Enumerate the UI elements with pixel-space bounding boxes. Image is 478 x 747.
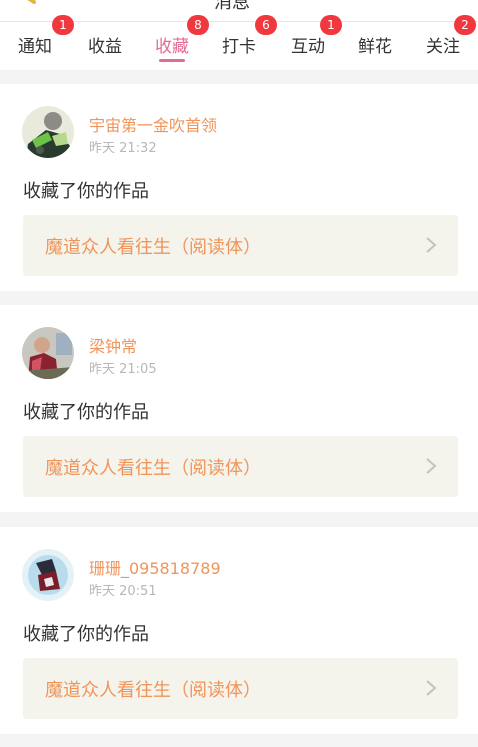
timestamp: 昨天 21:05 — [89, 362, 157, 377]
work-link[interactable]: 魔道众人看往生（阅读体） — [23, 658, 458, 719]
timestamp: 昨天 21:32 — [89, 141, 157, 156]
tab-active-indicator — [159, 59, 185, 62]
anime-avatar-green-icon[interactable] — [22, 106, 74, 158]
anime-avatar-red-icon[interactable] — [22, 327, 74, 379]
action-text: 收藏了你的作品 — [23, 402, 149, 423]
work-link[interactable]: 魔道众人看往生（阅读体） — [23, 436, 458, 497]
tab-badge: 1 — [320, 15, 342, 35]
tab-following[interactable]: 关注 2 — [408, 15, 478, 70]
chevron-right-icon — [426, 680, 437, 696]
tab-label: 鲜花 — [358, 37, 392, 57]
username[interactable]: 梁钟常 — [89, 333, 137, 357]
tab-bar: 通知 1 收益 收藏 8 打卡 6 互动 1 鲜花 关注 2 — [0, 15, 478, 70]
page-title: 消息 — [214, 0, 250, 13]
tab-label: 打卡 — [222, 37, 256, 57]
notification-card[interactable]: 珊珊_095818789 昨天 20:51 收藏了你的作品 魔道众人看往生（阅读… — [0, 527, 478, 734]
tab-earnings[interactable]: 收益 — [68, 22, 136, 70]
work-title: 魔道众人看往生（阅读体） — [45, 680, 261, 701]
tab-label: 关注 — [426, 37, 460, 57]
tab-label: 收藏 — [155, 37, 189, 57]
tab-label: 收益 — [88, 37, 122, 57]
username[interactable]: 珊珊_095818789 — [89, 555, 221, 579]
tab-label: 互动 — [291, 37, 325, 57]
chevron-right-icon — [426, 458, 437, 474]
username[interactable]: 宇宙第一金吹首领 — [89, 112, 217, 136]
tab-flowers[interactable]: 鲜花 — [340, 22, 408, 70]
chevron-right-icon — [426, 237, 437, 253]
action-text: 收藏了你的作品 — [23, 624, 149, 645]
notification-card[interactable]: 梁钟常 昨天 21:05 收藏了你的作品 魔道众人看往生（阅读体） — [0, 305, 478, 512]
tab-checkin[interactable]: 打卡 6 — [204, 15, 277, 70]
action-text: 收藏了你的作品 — [23, 181, 149, 202]
tab-interactions[interactable]: 互动 1 — [272, 15, 342, 70]
work-title: 魔道众人看往生（阅读体） — [45, 237, 261, 258]
anime-avatar-blue-icon[interactable] — [22, 549, 74, 601]
work-link[interactable]: 魔道众人看往生（阅读体） — [23, 215, 458, 276]
timestamp: 昨天 20:51 — [89, 584, 157, 599]
notification-card[interactable]: 宇宙第一金吹首领 昨天 21:32 收藏了你的作品 魔道众人看往生（阅读体） — [0, 84, 478, 291]
work-title: 魔道众人看往生（阅读体） — [45, 458, 261, 479]
tab-label: 通知 — [18, 37, 52, 57]
tab-favorites[interactable]: 收藏 8 — [136, 15, 209, 70]
back-icon[interactable] — [20, 0, 36, 4]
tab-notifications[interactable]: 通知 1 — [0, 15, 74, 70]
tab-badge: 2 — [454, 15, 476, 35]
